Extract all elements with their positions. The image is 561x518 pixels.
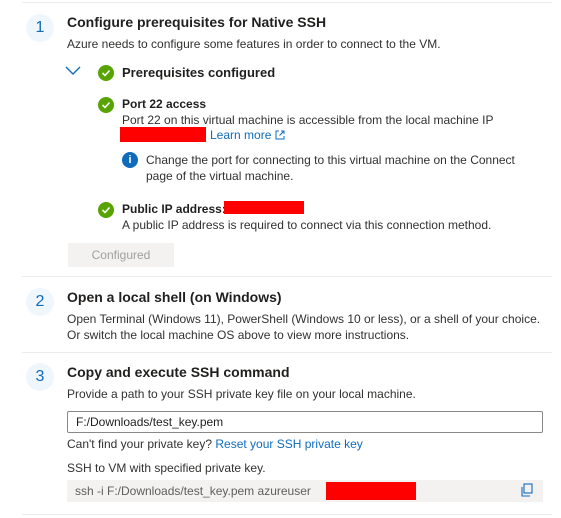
step-1-number: 1 [26, 14, 54, 42]
reset-ssh-key-link[interactable]: Reset your SSH private key [215, 437, 362, 451]
check-circle-icon [98, 202, 114, 218]
redacted-host [326, 482, 416, 500]
step-divider [22, 352, 552, 353]
step-3-description: Provide a path to your SSH private key f… [67, 387, 416, 401]
step-2-line2: Or switch the local machine OS above to … [67, 328, 410, 342]
step-2-title: Open a local shell (on Windows) [67, 289, 282, 305]
port-info-line2: page of the virtual machine. [146, 169, 294, 183]
port-22-description: Port 22 on this virtual machine is acces… [122, 113, 494, 127]
top-divider [22, 2, 552, 3]
step-3-number: 3 [26, 363, 54, 391]
private-key-path-input[interactable]: F:/Downloads/test_key.pem [67, 411, 543, 433]
step-2-line1: Open Terminal (Windows 11), PowerShell (… [67, 312, 541, 326]
step-2-number: 2 [26, 288, 54, 316]
redacted-ip [120, 127, 206, 142]
copy-icon [520, 482, 534, 500]
info-icon: i [122, 152, 138, 168]
prerequisites-header: Prerequisites configured [122, 65, 276, 80]
ssh-command-box: ssh -i F:/Downloads/test_key.pem azureus… [67, 480, 543, 502]
private-key-path-value: F:/Downloads/test_key.pem [76, 415, 224, 429]
port-22-title: Port 22 access [122, 97, 207, 111]
ssh-command-text: ssh -i F:/Downloads/test_key.pem azureus… [75, 484, 311, 498]
copy-button[interactable] [512, 480, 542, 502]
external-link-icon [275, 128, 285, 142]
ssh-command-label: SSH to VM with specified private key. [67, 461, 266, 475]
step-1-description: Azure needs to configure some features i… [67, 37, 441, 51]
port-info-line1: Change the port for connecting to this v… [146, 153, 515, 167]
cant-find-label: Can't find your private key? [67, 437, 213, 451]
public-ip-title: Public IP address: [122, 202, 226, 216]
learn-more-link[interactable]: Learn more [210, 127, 285, 143]
check-circle-icon [98, 65, 114, 81]
step-3-title: Copy and execute SSH command [67, 364, 290, 380]
learn-more-label: Learn more [210, 128, 272, 142]
cant-find-key-text: Can't find your private key? Reset your … [67, 436, 363, 452]
check-circle-icon [98, 97, 114, 113]
step-divider [22, 276, 552, 277]
public-ip-description: A public IP address is required to conne… [122, 218, 492, 232]
configured-button[interactable]: Configured [68, 243, 174, 267]
redacted-public-ip [224, 201, 304, 214]
chevron-down-icon[interactable] [64, 64, 82, 78]
step-1-title: Configure prerequisites for Native SSH [67, 14, 327, 30]
bottom-divider [22, 514, 552, 515]
